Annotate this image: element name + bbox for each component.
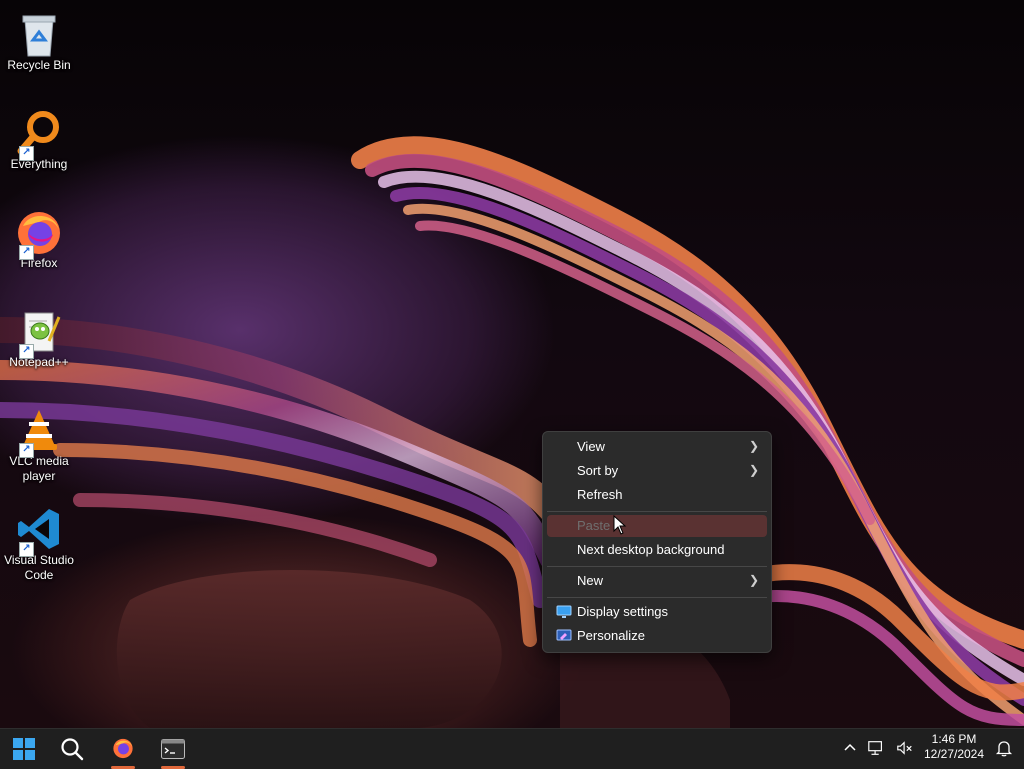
desktop-icon-firefox[interactable]: ↗ Firefox xyxy=(2,202,76,271)
menu-item-label: View xyxy=(577,439,605,454)
chevron-up-icon[interactable] xyxy=(841,739,859,757)
menu-item-label: Personalize xyxy=(577,628,645,643)
desktop-icon-label: Recycle Bin xyxy=(7,58,71,72)
network-icon[interactable] xyxy=(867,739,885,757)
clock-date: 12/27/2024 xyxy=(923,747,985,761)
desktop-icon-label: VLC media player xyxy=(9,454,69,483)
menu-item-label: New xyxy=(577,573,604,588)
notification-bell-icon[interactable] xyxy=(995,739,1013,757)
menu-item-label: Next desktop background xyxy=(577,542,725,557)
desktop-wallpaper[interactable] xyxy=(0,0,1024,728)
menu-separator xyxy=(547,566,767,567)
personalize-icon xyxy=(556,629,572,643)
desktop-icon-label: Notepad++ xyxy=(9,355,69,369)
menu-item-personalize[interactable]: Personalize xyxy=(547,625,767,647)
taskbar: 1:46 PM 12/27/2024 xyxy=(0,728,1024,769)
desktop-icon-label: Firefox xyxy=(20,256,58,270)
menu-item-label: Display settings xyxy=(577,604,669,619)
terminal-icon xyxy=(161,739,185,759)
menu-separator xyxy=(547,597,767,598)
desktop-icon-notepad-plus-plus[interactable]: ↗ Notepad++ xyxy=(2,301,76,370)
menu-item-display-settings[interactable]: Display settings xyxy=(547,601,767,623)
menu-item-new[interactable]: New ❯ xyxy=(547,570,767,592)
shortcut-arrow-icon: ↗ xyxy=(19,542,34,557)
display-settings-icon xyxy=(556,605,572,619)
search-button[interactable] xyxy=(51,729,91,769)
desktop-icon-label: Visual Studio Code xyxy=(4,553,74,582)
desktop-context-menu: View ❯ Sort by ❯ Refresh Paste Next desk… xyxy=(542,431,772,653)
firefox-icon xyxy=(113,738,133,759)
everything-search-icon: ↗ xyxy=(15,109,63,161)
vscode-icon: ↗ xyxy=(15,505,63,557)
vlc-icon: ↗ xyxy=(15,406,63,458)
speaker-muted-icon[interactable] xyxy=(896,739,914,757)
chevron-right-icon: ❯ xyxy=(748,463,759,477)
start-icon xyxy=(13,738,35,760)
mouse-cursor-icon xyxy=(613,515,627,535)
shortcut-arrow-icon: ↗ xyxy=(19,146,34,161)
shortcut-arrow-icon: ↗ xyxy=(19,443,34,458)
menu-separator xyxy=(547,511,767,512)
chevron-right-icon: ❯ xyxy=(748,439,759,453)
clock-time: 1:46 PM xyxy=(931,732,977,746)
desktop-icon-label: Everything xyxy=(10,157,68,171)
menu-item-refresh[interactable]: Refresh xyxy=(547,484,767,506)
menu-item-label: Sort by xyxy=(577,463,619,478)
desktop-icon-vlc[interactable]: ↗ VLC media player xyxy=(2,400,76,484)
menu-item-next-desktop-background[interactable]: Next desktop background xyxy=(547,539,767,561)
search-icon xyxy=(61,738,84,761)
desktop-icon-vscode[interactable]: ↗ Visual Studio Code xyxy=(2,499,76,583)
chevron-right-icon: ❯ xyxy=(748,573,759,587)
desktop-icon-recycle-bin[interactable]: Recycle Bin xyxy=(2,4,76,73)
taskbar-firefox-button[interactable] xyxy=(103,729,143,769)
recycle-bin-icon xyxy=(15,10,63,58)
shortcut-arrow-icon: ↗ xyxy=(19,245,34,260)
notepad-plus-plus-icon: ↗ xyxy=(15,307,63,359)
firefox-icon: ↗ xyxy=(15,208,63,260)
menu-item-sort-by[interactable]: Sort by ❯ xyxy=(547,460,767,482)
wallpaper-art xyxy=(0,136,1024,728)
desktop-icon-everything[interactable]: ↗ Everything xyxy=(2,103,76,172)
taskbar-terminal-button[interactable] xyxy=(153,729,193,769)
menu-item-paste[interactable]: Paste xyxy=(547,515,767,537)
start-button[interactable] xyxy=(3,729,43,769)
shortcut-arrow-icon: ↗ xyxy=(19,344,34,359)
menu-item-label: Refresh xyxy=(577,487,623,502)
menu-item-label: Paste xyxy=(577,518,611,533)
menu-item-view[interactable]: View ❯ xyxy=(547,436,767,458)
system-clock[interactable]: 1:46 PM 12/27/2024 xyxy=(920,732,988,762)
